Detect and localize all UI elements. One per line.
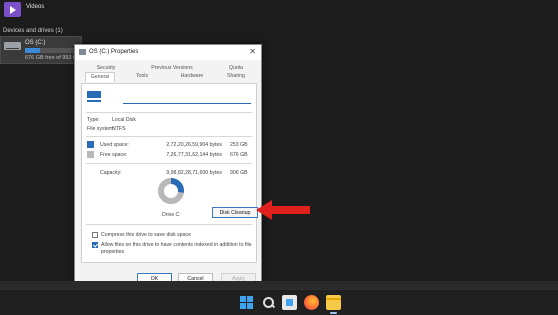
- allow-indexing-checkbox[interactable]: [92, 242, 98, 248]
- tab-strip: Security Previous Versions Quota General…: [81, 63, 257, 83]
- red-arrow-icon: [256, 200, 310, 220]
- firefox-icon[interactable]: [304, 295, 319, 310]
- file-system-value: NTFS: [112, 126, 126, 132]
- drive-label-input[interactable]: [123, 93, 251, 104]
- free-space-label: Free space:: [100, 152, 128, 158]
- used-space-bytes: 2,72,20,26,59,904 bytes: [166, 142, 222, 148]
- file-explorer-icon[interactable]: [326, 295, 341, 310]
- search-icon[interactable]: [261, 295, 276, 310]
- windows-start-icon[interactable]: [239, 295, 254, 310]
- drive-free-text: 676 GB free of 953 GB: [25, 55, 81, 61]
- videos-folder-label[interactable]: Videos: [26, 4, 44, 10]
- taskbar: [0, 289, 558, 315]
- disk-cleanup-button[interactable]: Disk Cleanup: [212, 207, 258, 218]
- drive-title-icon: [79, 49, 86, 55]
- capacity-label: Capacity:: [100, 170, 122, 176]
- free-space-gb: 676 GB: [230, 152, 248, 158]
- active-app-indicator: [330, 312, 337, 314]
- used-space-gb: 253 GB: [230, 142, 248, 148]
- drive-large-icon: [87, 91, 101, 102]
- drive-usage-fill: [25, 48, 41, 53]
- videos-folder-icon[interactable]: [4, 2, 21, 17]
- close-icon[interactable]: ✕: [249, 47, 256, 57]
- tab-tools[interactable]: Tools: [131, 73, 153, 79]
- drive-usage-bar: [25, 48, 81, 53]
- free-space-bytes: 7,26,77,31,62,144 bytes: [166, 152, 222, 158]
- general-tab-panel: Type: Local Disk File system: NTFS Used …: [81, 83, 258, 263]
- used-space-label: Used space:: [100, 142, 129, 148]
- divider: [86, 112, 252, 113]
- tab-sharing[interactable]: Sharing: [221, 73, 251, 79]
- divider: [86, 136, 252, 137]
- dialog-title: OS (C:) Properties: [89, 49, 139, 55]
- capacity-gb: 906 GB: [230, 170, 248, 176]
- type-label: Type:: [87, 117, 100, 123]
- free-space-swatch: [87, 151, 94, 158]
- drive-tile-os-c[interactable]: OS (C:) 676 GB free of 953 GB: [0, 36, 82, 64]
- type-value: Local Disk: [112, 117, 136, 123]
- divider: [86, 163, 252, 164]
- file-system-label: File system:: [87, 126, 115, 132]
- drive-properties-dialog: OS (C:) Properties ✕ Security Previous V…: [74, 44, 262, 286]
- compress-drive-checkbox[interactable]: [92, 232, 98, 238]
- capacity-bytes: 9,98,82,28,71,600 bytes: [166, 170, 222, 176]
- disk-usage-donut: [158, 178, 184, 204]
- drive-c-label: Drive C:: [162, 212, 181, 218]
- hard-drive-icon: [4, 42, 21, 50]
- tab-hardware[interactable]: Hardware: [175, 73, 209, 79]
- drive-name: OS (C:): [25, 40, 46, 46]
- used-space-swatch: [87, 141, 94, 148]
- store-icon[interactable]: [282, 295, 297, 310]
- compress-drive-label[interactable]: Compress this drive to save disk space: [101, 232, 253, 239]
- devices-drives-header[interactable]: Devices and drives (1): [3, 28, 63, 34]
- allow-indexing-label[interactable]: Allow files on this drive to have conten…: [101, 242, 253, 255]
- tab-security[interactable]: Security: [89, 65, 123, 71]
- divider: [86, 224, 252, 225]
- explorer-status-strip: [0, 281, 558, 289]
- tab-previous-versions[interactable]: Previous Versions: [145, 65, 199, 71]
- tab-general[interactable]: General: [85, 72, 115, 82]
- tab-quota[interactable]: Quota: [221, 65, 251, 71]
- dialog-titlebar[interactable]: OS (C:) Properties ✕: [75, 45, 261, 60]
